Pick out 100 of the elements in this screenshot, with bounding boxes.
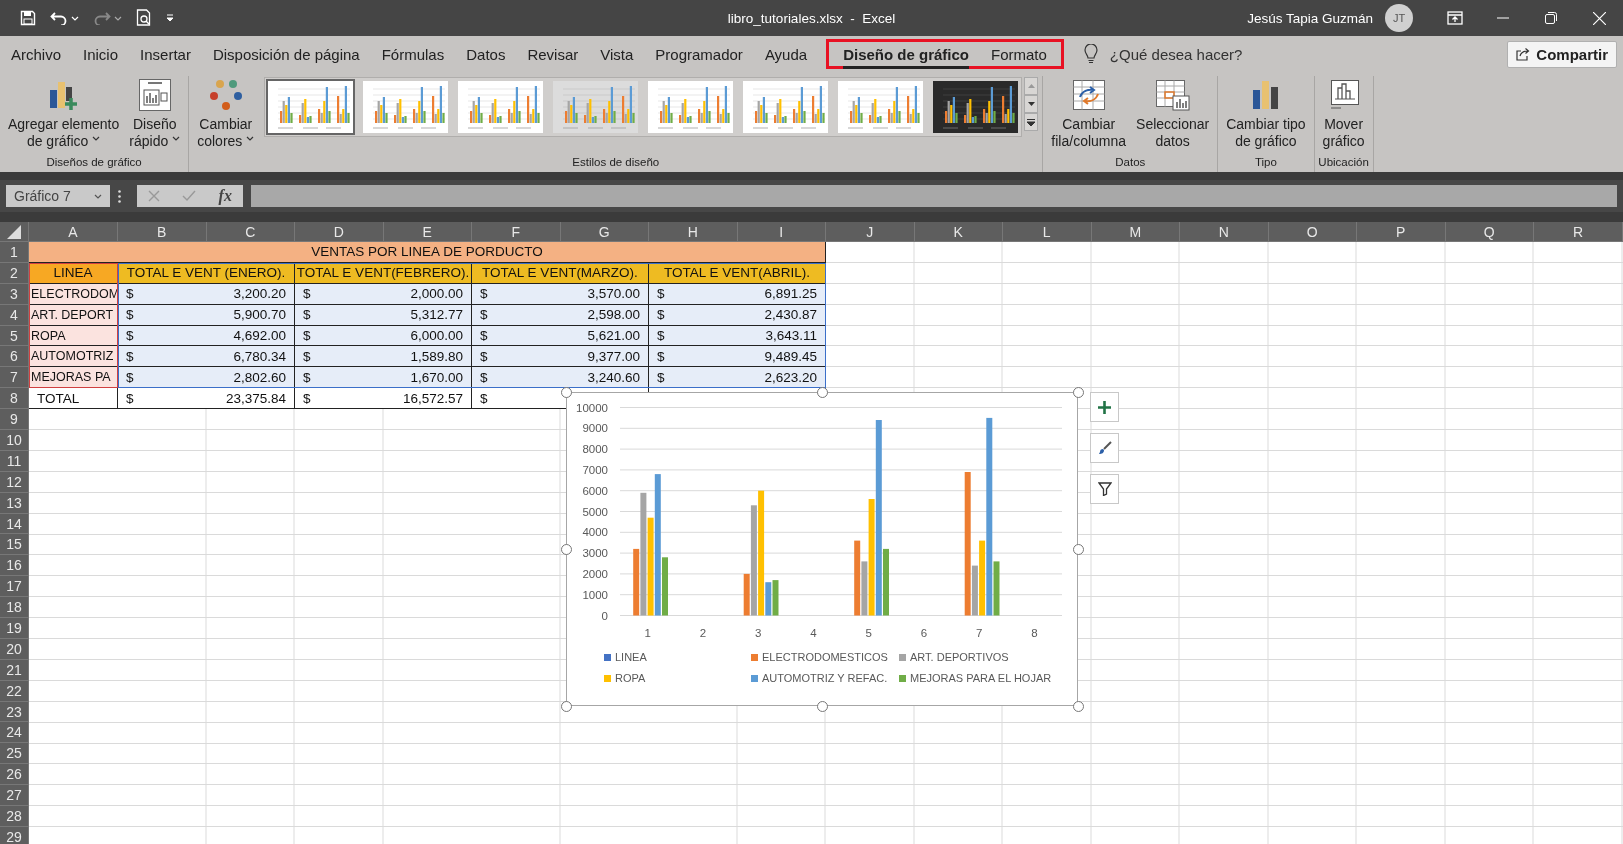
customize-toolbar-icon[interactable] <box>166 14 174 22</box>
chart-elements-button[interactable] <box>1090 392 1119 422</box>
user-avatar[interactable]: JT <box>1385 4 1413 32</box>
close-icon[interactable] <box>1592 11 1606 25</box>
chart-style-thumbnail[interactable] <box>836 79 926 135</box>
row-header[interactable]: 19 <box>0 618 29 639</box>
column-header[interactable]: R <box>1534 222 1623 242</box>
ribbon-tab[interactable]: Programador <box>644 39 754 69</box>
insert-function-button[interactable]: fx <box>218 187 232 205</box>
row-header[interactable]: 8 <box>0 388 29 410</box>
row-header[interactable]: 10 <box>0 430 29 451</box>
column-header[interactable]: H <box>649 222 738 242</box>
chart-style-thumbnail[interactable] <box>551 79 641 135</box>
ribbon-tab[interactable]: Revisar <box>516 39 590 69</box>
chart-styles-button[interactable] <box>1090 433 1119 463</box>
checkmark-icon[interactable] <box>182 190 197 202</box>
resize-handle[interactable] <box>561 387 572 398</box>
tell-me-field[interactable]: ¿Qué desea hacer? <box>1107 44 1332 64</box>
row-header[interactable]: 25 <box>0 743 29 765</box>
chart-style-thumbnail[interactable] <box>741 79 831 135</box>
ribbon-tab[interactable]: Insertar <box>129 39 202 69</box>
column-header[interactable]: Q <box>1445 222 1534 242</box>
resize-handle[interactable] <box>817 701 828 712</box>
column-header[interactable]: D <box>295 222 384 242</box>
resize-handle[interactable] <box>817 387 828 398</box>
chart-style-thumbnail[interactable] <box>931 79 1021 135</box>
ribbon-tab[interactable]: Diseño de gráfico <box>832 39 980 69</box>
row-header[interactable]: 23 <box>0 701 29 723</box>
ribbon-button[interactable]: Seleccionar datos <box>1132 76 1214 151</box>
redo-icon[interactable] <box>93 11 111 25</box>
column-header[interactable]: I <box>737 222 826 242</box>
column-header[interactable]: P <box>1357 222 1446 242</box>
chart-area[interactable]: 0 1000 2000 3000 4000 5000 6000 7000 8000 9000 10000 1 2 3 4 5 6 7 8 LINEA ELECTRODOMESTICOS ART. DEPORTIVOS ROPA AUTOMOTRIZ Y REFAC. MEJORAS PARA EL HOJAR <box>566 392 1078 706</box>
print-preview-icon[interactable] <box>136 9 152 27</box>
row-header[interactable]: 18 <box>0 597 29 619</box>
resize-handle[interactable] <box>561 544 572 555</box>
ribbon-button[interactable]: Cambiar tipo de gráfico <box>1222 76 1310 151</box>
column-header[interactable]: L <box>1003 222 1092 242</box>
ribbon-tab[interactable]: Datos <box>455 39 517 69</box>
chart-style-thumbnail[interactable] <box>266 79 356 135</box>
row-header[interactable]: 17 <box>0 576 29 598</box>
ribbon-button[interactable]: Cambiar fila/columna <box>1047 76 1131 151</box>
ribbon-button[interactable]: Mover gráfico <box>1318 76 1369 151</box>
select-all-icon[interactable] <box>7 224 21 239</box>
resize-handle[interactable] <box>1073 387 1084 398</box>
name-box[interactable]: Gráfico 7 <box>6 185 110 207</box>
ribbon-tab[interactable]: Fórmulas <box>370 39 456 69</box>
resize-handle[interactable] <box>1073 701 1084 712</box>
row-header[interactable]: 14 <box>0 513 29 535</box>
row-header[interactable]: 21 <box>0 659 29 681</box>
column-header[interactable]: O <box>1268 222 1357 242</box>
share-button[interactable]: Compartir <box>1507 40 1617 68</box>
ribbon-display-icon[interactable] <box>1447 11 1463 25</box>
column-header[interactable]: K <box>914 222 1003 242</box>
row-header[interactable]: 1 <box>0 242 29 263</box>
ribbon-tab[interactable]: Inicio <box>72 39 130 69</box>
row-header[interactable]: 3 <box>0 283 29 305</box>
row-header[interactable]: 24 <box>0 722 29 744</box>
more-styles-button[interactable] <box>1024 113 1039 131</box>
column-header[interactable]: B <box>118 222 207 242</box>
chart-filters-button[interactable] <box>1090 474 1119 504</box>
ribbon-tab[interactable]: Vista <box>589 39 645 69</box>
formula-field[interactable] <box>251 185 1617 207</box>
restore-icon[interactable] <box>1545 12 1557 24</box>
row-header[interactable]: 20 <box>0 638 29 660</box>
row-header[interactable]: 2 <box>0 262 29 284</box>
row-header[interactable]: 6 <box>0 346 29 368</box>
row-header[interactable]: 15 <box>0 534 29 556</box>
row-header[interactable]: 7 <box>0 367 29 389</box>
row-header[interactable]: 4 <box>0 304 29 326</box>
column-header[interactable]: M <box>1091 222 1180 242</box>
column-header[interactable]: G <box>560 222 649 242</box>
ribbon-button[interactable]: Agregar elemento de gráfico <box>4 76 124 151</box>
save-icon[interactable] <box>20 10 36 26</box>
column-header[interactable]: N <box>1180 222 1269 242</box>
scroll-down-button[interactable] <box>1024 95 1039 113</box>
row-header[interactable]: 27 <box>0 785 29 807</box>
ribbon-tab[interactable]: Formato <box>980 39 1058 69</box>
row-header[interactable]: 12 <box>0 471 29 493</box>
column-header[interactable]: A <box>29 222 118 242</box>
chart-style-thumbnail[interactable] <box>646 79 736 135</box>
row-header[interactable]: 5 <box>0 325 29 347</box>
chart-style-thumbnail[interactable] <box>456 79 546 135</box>
row-header[interactable]: 28 <box>0 806 29 827</box>
column-header[interactable]: E <box>383 222 472 242</box>
ribbon-tab[interactable]: Ayuda <box>753 39 819 69</box>
more-options-icon[interactable] <box>118 189 121 203</box>
row-header[interactable]: 22 <box>0 680 29 702</box>
resize-handle[interactable] <box>561 701 572 712</box>
row-header[interactable]: 26 <box>0 764 29 786</box>
ribbon-button[interactable]: Cambiar colores <box>193 76 259 151</box>
column-header[interactable]: J <box>826 222 915 242</box>
row-header[interactable]: 16 <box>0 555 29 577</box>
column-header[interactable]: C <box>206 222 295 242</box>
row-header[interactable]: 11 <box>0 450 29 472</box>
ribbon-tab[interactable]: Disposición de página <box>201 39 371 69</box>
row-header[interactable]: 13 <box>0 492 29 514</box>
resize-handle[interactable] <box>1073 544 1084 555</box>
ribbon-button[interactable]: Diseño rápido <box>125 76 185 151</box>
ribbon-tab[interactable]: Archivo <box>0 39 73 69</box>
